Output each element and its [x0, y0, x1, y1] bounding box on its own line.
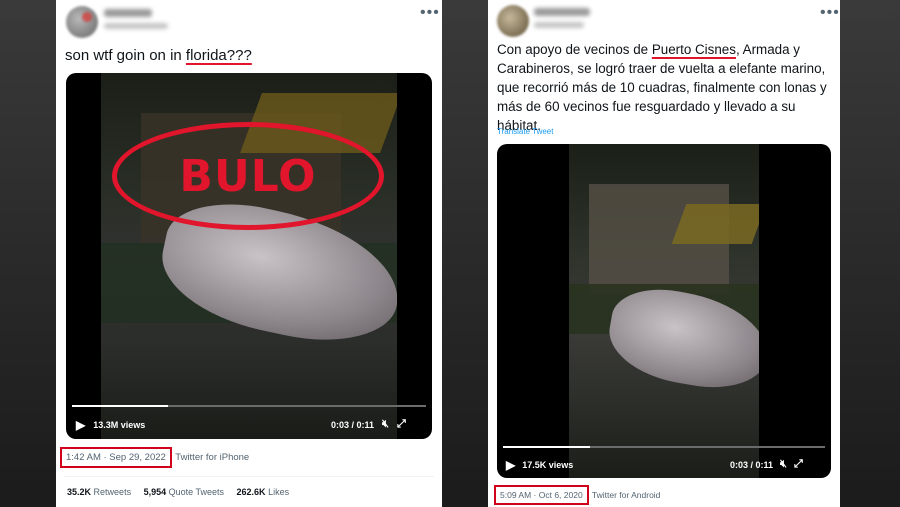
video-controls-left: ▶ 17.5K views: [506, 458, 573, 472]
background-left: [0, 0, 60, 507]
video-controls-left: ▶ 13.3M views: [76, 418, 145, 432]
retweets-count: 35.2K: [67, 487, 92, 497]
author-name-blurred[interactable]: [104, 9, 152, 17]
tweet-card-right: ••• Con apoyo de vecinos de Puerto Cisne…: [488, 0, 840, 507]
place-link[interactable]: Puerto Cisnes: [652, 42, 736, 57]
likes-count: 262.6K: [236, 487, 266, 497]
video-progress-fill: [503, 446, 590, 448]
video-controls-right: 0:03 / 0:11 🔇︎ ⤢: [331, 418, 406, 431]
quotes-count: 5,954: [143, 487, 167, 497]
fullscreen-icon[interactable]: ⤢: [397, 418, 406, 431]
tweet-source[interactable]: Twitter for Android: [592, 490, 661, 500]
retweets-stat[interactable]: 35.2K Retweets: [67, 487, 131, 497]
video-controls-right: 0:03 / 0:11 🔇︎ ⤢: [730, 458, 803, 471]
roof: [671, 204, 759, 244]
tweet-text: Con apoyo de vecinos de Puerto Cisnes, A…: [497, 40, 837, 135]
video-progress-bar[interactable]: [72, 405, 426, 407]
author-name-blurred[interactable]: [534, 8, 590, 16]
hashtag-link[interactable]: florida???: [186, 47, 252, 64]
view-count: 13.3M views: [93, 420, 146, 430]
tweet-source[interactable]: Twitter for iPhone: [175, 452, 249, 463]
divider: [64, 476, 434, 477]
tweet-text: son wtf goin on in florida???: [65, 46, 252, 66]
video-frame: [569, 144, 759, 478]
quotes-stat[interactable]: 5,954 Quote Tweets: [144, 487, 224, 497]
tweet-meta: 1:42 AM · Sep 29, 2022 Twitter for iPhon…: [60, 447, 249, 468]
translate-tweet-link[interactable]: Translate Tweet: [497, 127, 553, 136]
bulo-stamp: BULO: [112, 122, 384, 230]
video-progress-bar[interactable]: [503, 446, 825, 448]
more-icon[interactable]: •••: [820, 5, 840, 21]
tweet-text-part1: Con apoyo de vecinos de: [497, 42, 652, 57]
more-icon[interactable]: •••: [420, 5, 440, 21]
video-time: 0:03 / 0:11: [331, 419, 375, 430]
tweet-meta: 5:09 AM · Oct 6, 2020 Twitter for Androi…: [494, 485, 661, 505]
play-icon[interactable]: ▶: [76, 418, 85, 432]
mute-icon[interactable]: 🔇︎: [780, 458, 787, 471]
video-progress-fill: [72, 405, 168, 407]
play-icon[interactable]: ▶: [506, 458, 515, 472]
tweet-text-body: son wtf goin on in: [65, 47, 186, 64]
likes-stat[interactable]: 262.6K Likes: [237, 487, 290, 497]
tweet-stats: 35.2K Retweets 5,954 Quote Tweets 262.6K…: [67, 487, 289, 497]
tweet-card-left: ••• son wtf goin on in florida??? BULO ▶…: [56, 0, 442, 507]
tweet-timestamp[interactable]: 5:09 AM · Oct 6, 2020: [494, 485, 589, 505]
bulo-stamp-text: BULO: [179, 150, 317, 202]
video-player[interactable]: BULO ▶ 13.3M views 0:03 / 0:11 🔇︎ ⤢: [66, 73, 432, 439]
avatar[interactable]: [66, 6, 98, 38]
video-time: 0:03 / 0:11: [730, 459, 774, 470]
view-count: 17.5K views: [522, 460, 574, 470]
author-handle-blurred: [534, 22, 584, 28]
quotes-label: Quote Tweets: [168, 487, 225, 497]
author-handle-blurred: [104, 23, 168, 29]
retweets-label: Retweets: [93, 487, 132, 497]
video-player[interactable]: ▶ 17.5K views 0:03 / 0:11 🔇︎ ⤢: [497, 144, 831, 478]
background-right: [840, 0, 900, 507]
fullscreen-icon[interactable]: ⤢: [794, 458, 803, 471]
mute-icon[interactable]: 🔇︎: [382, 418, 389, 431]
likes-label: Likes: [268, 487, 290, 497]
tweet-timestamp[interactable]: 1:42 AM · Sep 29, 2022: [60, 447, 172, 468]
background-middle: [442, 0, 488, 507]
avatar[interactable]: [497, 5, 529, 37]
